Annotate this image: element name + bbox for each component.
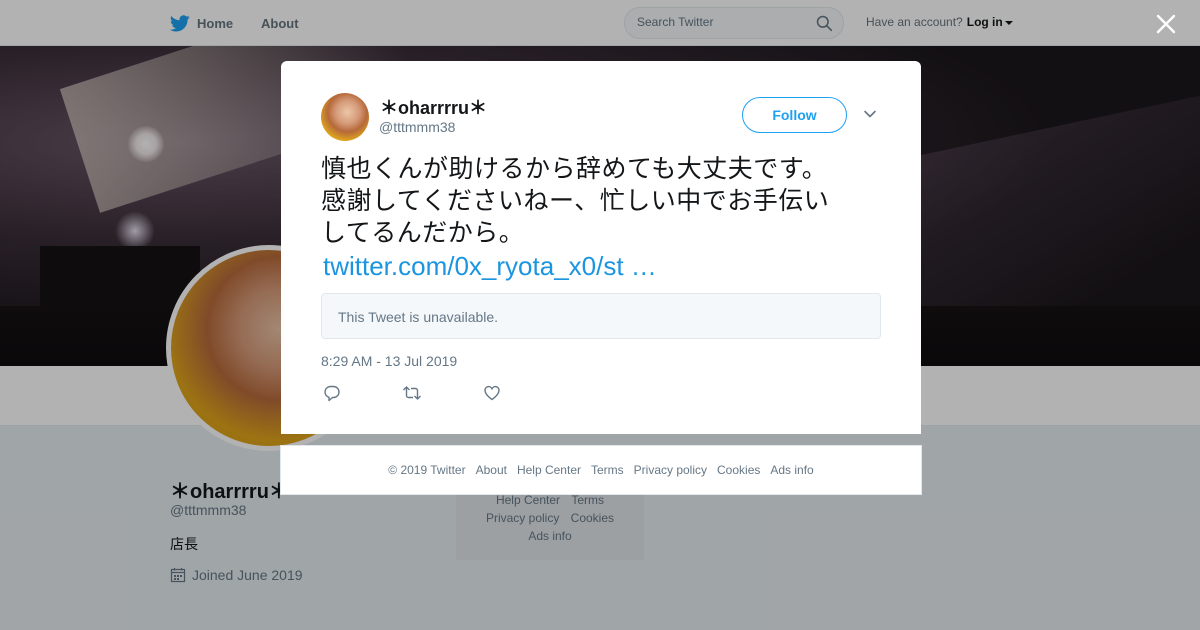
footer-link-cookies[interactable]: Cookies (717, 463, 760, 477)
reply-icon[interactable] (323, 384, 341, 402)
follow-button[interactable]: Follow (742, 97, 847, 133)
retweet-icon[interactable] (402, 384, 422, 402)
tweet-author-handle[interactable]: @tttmmm38 (379, 119, 455, 135)
footer-link-about[interactable]: About (476, 463, 507, 477)
tweet-text-line: 慎也くんが助けるから辞めても大丈夫です。 (321, 154, 828, 183)
quoted-tweet-status: This Tweet is unavailable. (338, 309, 499, 325)
chevron-down-icon[interactable] (863, 107, 877, 121)
modal-footer: © 2019 Twitter About Help Center Terms P… (280, 445, 922, 495)
tweet-text: 慎也くんが助けるから辞めても大丈夫です。 感謝してくださいねー、忙しい中でお手伝… (321, 153, 891, 249)
tweet-author-name[interactable]: ＊oharrrru＊ (380, 94, 487, 120)
tweet-text-line: 感謝してくださいねー、忙しい中でお手伝い (321, 186, 830, 215)
tweet-link[interactable]: twitter.com/0x_ryota_x0/st … (323, 251, 657, 282)
close-icon[interactable] (1154, 12, 1178, 36)
footer-link-help-center[interactable]: Help Center (517, 463, 581, 477)
tweet-text-line: してるんだから。 (321, 218, 525, 247)
footer-copyright: © 2019 Twitter (388, 463, 466, 477)
footer-link-privacy[interactable]: Privacy policy (634, 463, 707, 477)
tweet-timestamp[interactable]: 8:29 AM - 13 Jul 2019 (321, 353, 457, 369)
footer-link-terms[interactable]: Terms (591, 463, 624, 477)
quoted-tweet-box: This Tweet is unavailable. (321, 293, 881, 339)
footer-link-ads-info[interactable]: Ads info (770, 463, 813, 477)
tweet-author-avatar[interactable] (321, 93, 369, 141)
like-icon[interactable] (483, 384, 501, 402)
tweet-modal: ＊oharrrru＊ @tttmmm38 Follow 慎也くんが助けるから辞め… (281, 61, 921, 434)
